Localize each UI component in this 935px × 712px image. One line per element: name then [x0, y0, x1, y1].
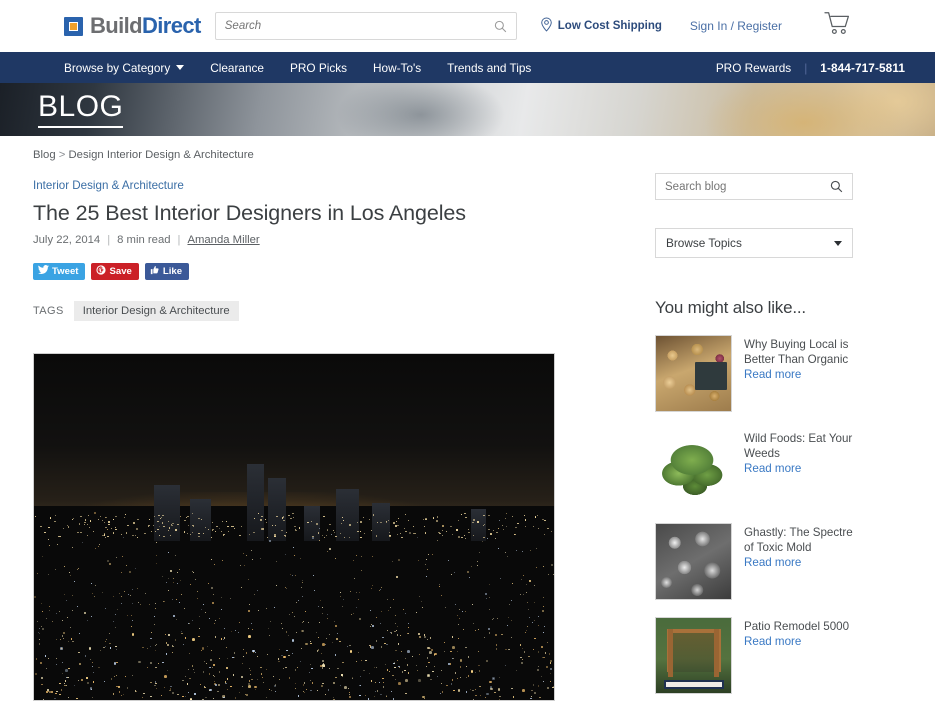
- related-post-title[interactable]: Why Buying Local is Better Than Organic: [744, 337, 859, 367]
- save-button-label: Save: [109, 266, 131, 277]
- logo-wordmark: BuildDirect: [90, 13, 201, 39]
- blog-hero-banner: BLOG: [0, 83, 935, 136]
- site-logo[interactable]: BuildDirect: [64, 13, 201, 39]
- article-tags: TAGS Interior Design & Architecture: [33, 301, 625, 321]
- related-post-thumbnail[interactable]: [655, 523, 732, 600]
- tweet-button-label: Tweet: [52, 266, 78, 277]
- breadcrumb: Blog > Design Interior Design & Architec…: [0, 136, 935, 161]
- low-cost-shipping-link[interactable]: Low Cost Shipping: [540, 17, 662, 35]
- related-post-body: Patio Remodel 5000 Read more: [744, 617, 849, 694]
- meta-divider-1: |: [107, 234, 110, 246]
- related-post-body: Ghastly: The Spectre of Toxic Mold Read …: [744, 523, 859, 600]
- related-post-thumbnail[interactable]: [655, 429, 732, 506]
- low-cost-shipping-label: Low Cost Shipping: [558, 20, 662, 32]
- article-date: July 22, 2014: [33, 234, 100, 246]
- pro-rewards-link[interactable]: PRO Rewards: [716, 61, 791, 75]
- nav-items-group: Browse by Category Clearance PRO Picks H…: [64, 61, 531, 75]
- search-icon[interactable]: [494, 20, 507, 33]
- patio-pergola-thumbnail: [656, 618, 731, 693]
- facebook-like-button[interactable]: Like: [145, 263, 189, 280]
- main-navigation-bar: Browse by Category Clearance PRO Picks H…: [0, 52, 935, 83]
- tweet-button[interactable]: Tweet: [33, 263, 85, 280]
- search-icon[interactable]: [830, 180, 843, 193]
- article-read-time: 8 min read: [117, 234, 170, 246]
- read-more-link[interactable]: Read more: [744, 556, 859, 569]
- article-hero-photo: [33, 353, 555, 701]
- article-column: Interior Design & Architecture The 25 Be…: [33, 161, 625, 711]
- sidebar: Browse Topics You might also like... Why…: [625, 161, 905, 711]
- related-post-thumbnail[interactable]: [655, 617, 732, 694]
- facebook-thumbs-up-icon: [150, 265, 160, 278]
- nav-item-pro-picks[interactable]: PRO Picks: [290, 61, 347, 75]
- related-post-title[interactable]: Patio Remodel 5000: [744, 619, 849, 634]
- read-more-link[interactable]: Read more: [744, 462, 859, 475]
- blog-banner-title: BLOG: [38, 91, 123, 128]
- social-share-buttons: Tweet Save Like: [33, 263, 625, 280]
- pinterest-save-button[interactable]: Save: [91, 263, 138, 280]
- map-pin-icon: [540, 17, 553, 35]
- breadcrumb-separator: >: [59, 149, 66, 161]
- produce-market-thumbnail: [656, 336, 731, 411]
- photo-city-lights: [34, 354, 554, 700]
- logo-text-direct: Direct: [142, 13, 201, 38]
- browse-topics-dropdown[interactable]: Browse Topics: [655, 228, 853, 258]
- list-item: Patio Remodel 5000 Read more: [655, 617, 905, 694]
- chevron-down-icon: [176, 65, 184, 70]
- logo-text-build: Build: [90, 13, 142, 38]
- nav-item-label: Browse by Category: [64, 61, 170, 75]
- tags-label: TAGS: [33, 305, 64, 317]
- tag-chip[interactable]: Interior Design & Architecture: [74, 301, 239, 321]
- shopping-cart-icon[interactable]: [824, 11, 851, 41]
- list-item: Ghastly: The Spectre of Toxic Mold Read …: [655, 523, 905, 600]
- breadcrumb-current[interactable]: Design Interior Design & Architecture: [69, 149, 254, 161]
- related-post-body: Why Buying Local is Better Than Organic …: [744, 335, 859, 412]
- related-post-body: Wild Foods: Eat Your Weeds Read more: [744, 429, 859, 506]
- related-post-title[interactable]: Wild Foods: Eat Your Weeds: [744, 431, 859, 461]
- browse-topics-value: Browse Topics: [666, 236, 742, 250]
- list-item: Why Buying Local is Better Than Organic …: [655, 335, 905, 412]
- article-author-link[interactable]: Amanda Miller: [187, 234, 259, 246]
- nav-divider: |: [804, 61, 807, 75]
- blog-search-box[interactable]: [655, 173, 853, 200]
- breadcrumb-root[interactable]: Blog: [33, 149, 56, 161]
- wild-greens-thumbnail: [656, 430, 731, 505]
- chevron-down-icon: [834, 241, 842, 246]
- pinterest-icon: [96, 265, 106, 278]
- like-button-label: Like: [163, 266, 182, 277]
- related-post-title[interactable]: Ghastly: The Spectre of Toxic Mold: [744, 525, 859, 555]
- buildirect-square-logo-icon: [64, 17, 83, 36]
- nav-item-browse-by-category[interactable]: Browse by Category: [64, 61, 184, 75]
- related-post-thumbnail[interactable]: [655, 335, 732, 412]
- site-search-box[interactable]: [215, 12, 517, 40]
- nav-right-group: PRO Rewards | 1-844-717-5811: [716, 61, 905, 75]
- toxic-mold-thumbnail: [656, 524, 731, 599]
- top-utility-bar: BuildDirect Low Cost Shipping Sign In / …: [0, 0, 935, 52]
- article-meta: July 22, 2014 | 8 min read | Amanda Mill…: [33, 234, 625, 246]
- related-posts-heading: You might also like...: [655, 298, 905, 318]
- nav-item-how-tos[interactable]: How-To's: [373, 61, 421, 75]
- list-item: Wild Foods: Eat Your Weeds Read more: [655, 429, 905, 506]
- nav-item-clearance[interactable]: Clearance: [210, 61, 264, 75]
- read-more-link[interactable]: Read more: [744, 368, 859, 381]
- article-category-link[interactable]: Interior Design & Architecture: [33, 179, 625, 192]
- blog-search-input[interactable]: [665, 181, 830, 193]
- support-phone-number[interactable]: 1-844-717-5811: [820, 61, 905, 75]
- nav-item-trends-and-tips[interactable]: Trends and Tips: [447, 61, 531, 75]
- page-title: The 25 Best Interior Designers in Los An…: [33, 201, 625, 226]
- meta-divider-2: |: [178, 234, 181, 246]
- search-input[interactable]: [225, 20, 494, 32]
- sign-in-register-link[interactable]: Sign In / Register: [690, 19, 782, 33]
- read-more-link[interactable]: Read more: [744, 635, 849, 648]
- page-body: Interior Design & Architecture The 25 Be…: [0, 161, 935, 711]
- twitter-bird-icon: [38, 265, 49, 277]
